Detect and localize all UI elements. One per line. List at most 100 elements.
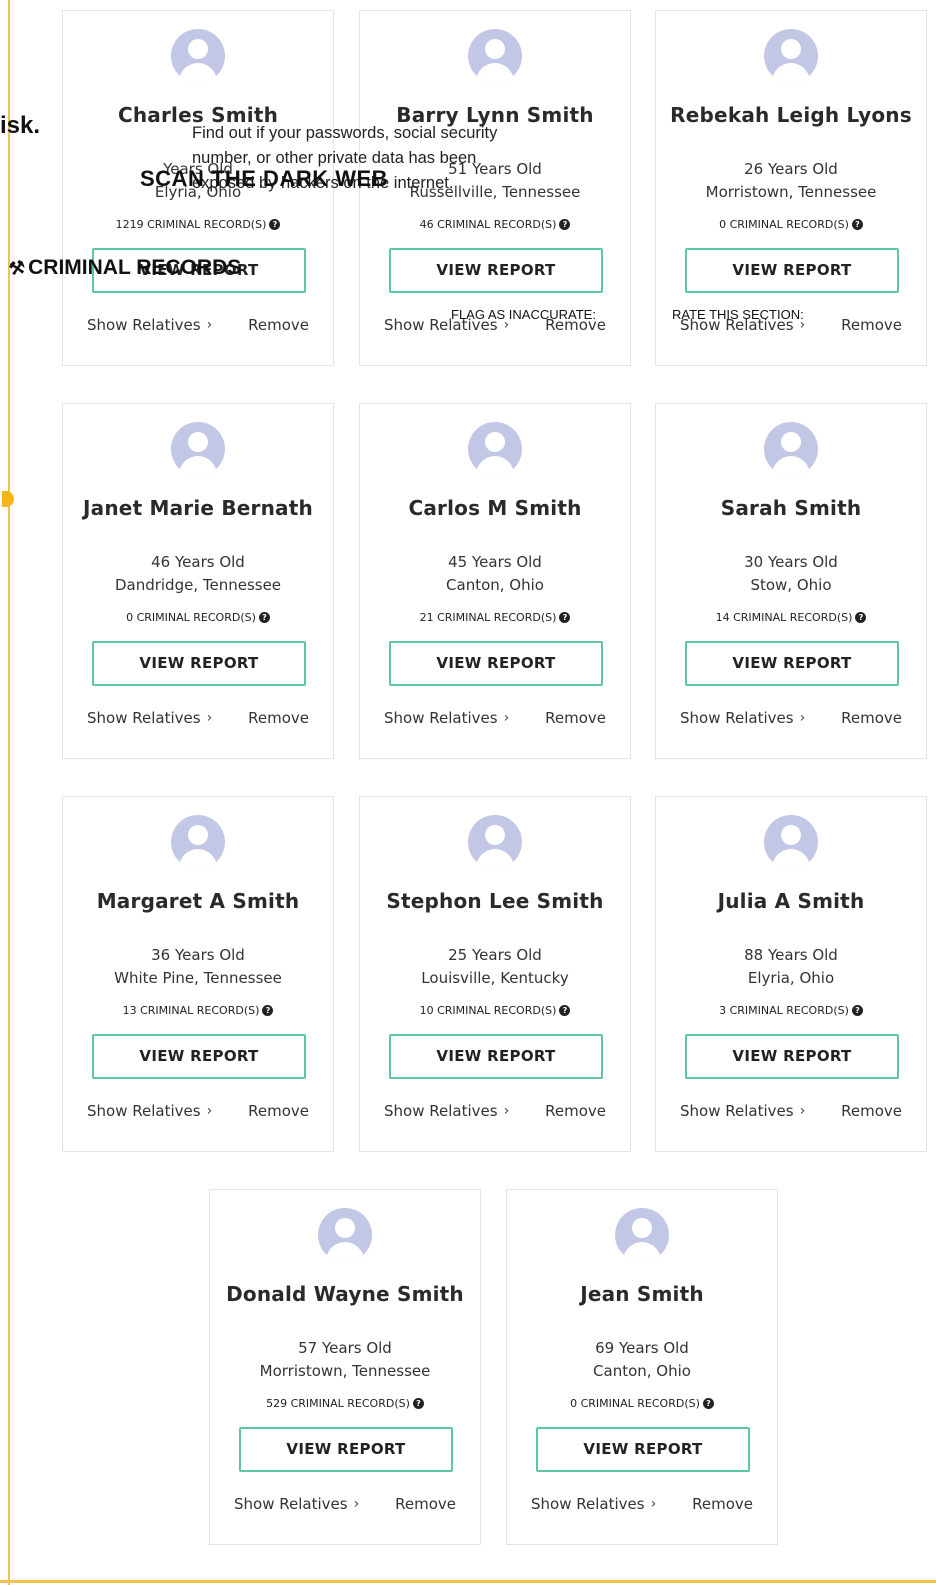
- remove-link[interactable]: Remove: [248, 316, 309, 334]
- person-card: Sarah Smith 30 Years Old Stow, Ohio 14 C…: [655, 403, 927, 759]
- show-relatives-link[interactable]: Show Relatives ›: [531, 1495, 656, 1513]
- person-card: Julia A Smith 88 Years Old Elyria, Ohio …: [655, 796, 927, 1152]
- view-report-button[interactable]: VIEW REPORT: [536, 1427, 750, 1472]
- records-text: 1219 CRIMINAL RECORD(S): [115, 218, 267, 231]
- chevron-right-icon: ›: [206, 317, 213, 333]
- person-card: Carlos M Smith 45 Years Old Canton, Ohio…: [359, 403, 631, 759]
- chevron-right-icon: ›: [206, 710, 213, 726]
- remove-link[interactable]: Remove: [692, 1495, 753, 1513]
- view-report-button[interactable]: VIEW REPORT: [685, 641, 899, 686]
- chevron-right-icon: ›: [503, 1103, 510, 1119]
- person-card: Stephon Lee Smith 25 Years Old Louisvill…: [359, 796, 631, 1152]
- avatar-icon: [171, 29, 225, 83]
- person-location: White Pine, Tennessee: [114, 969, 282, 987]
- avatar-icon: [764, 815, 818, 869]
- records-text: 0 CRIMINAL RECORD(S): [126, 611, 256, 624]
- person-age: 30 Years Old: [744, 553, 838, 571]
- records-text: 13 CRIMINAL RECORD(S): [122, 1004, 260, 1017]
- remove-link[interactable]: Remove: [841, 709, 902, 727]
- scan-dark-web-link[interactable]: SCAN THE DARK WEB: [140, 166, 388, 192]
- show-relatives-link[interactable]: Show Relatives ›: [87, 1102, 212, 1120]
- help-icon[interactable]: ?: [559, 1005, 571, 1016]
- rate-section-label[interactable]: RATE THIS SECTION:: [672, 307, 804, 322]
- person-location: Elyria, Ohio: [747, 969, 835, 987]
- criminal-records-count: 14 CRIMINAL RECORD(S)?: [656, 611, 926, 624]
- frame-marker: [2, 491, 14, 507]
- view-report-button[interactable]: VIEW REPORT: [92, 1034, 306, 1079]
- show-relatives-link[interactable]: Show Relatives ›: [87, 709, 212, 727]
- help-icon[interactable]: ?: [851, 1005, 863, 1016]
- show-relatives-link[interactable]: Show Relatives ›: [680, 709, 805, 727]
- records-text: 10 CRIMINAL RECORD(S): [419, 1004, 557, 1017]
- remove-link[interactable]: Remove: [395, 1495, 456, 1513]
- person-age: 26 Years Old: [744, 160, 838, 178]
- remove-link[interactable]: Remove: [841, 1102, 902, 1120]
- person-name: Stephon Lee Smith: [386, 889, 604, 913]
- remove-link[interactable]: Remove: [248, 709, 309, 727]
- person-age: 36 Years Old: [151, 946, 245, 964]
- criminal-records-count: 0 CRIMINAL RECORD(S)?: [63, 611, 333, 624]
- criminal-records-label: CRIMINAL RECORDS: [28, 256, 242, 279]
- show-relatives-label: Show Relatives: [680, 709, 794, 727]
- person-name: Margaret A Smith: [96, 889, 300, 913]
- help-icon[interactable]: ?: [412, 1398, 424, 1409]
- avatar-icon: [468, 815, 522, 869]
- criminal-records-count: 3 CRIMINAL RECORD(S)?: [656, 1004, 926, 1017]
- person-location: Canton, Ohio: [446, 576, 544, 594]
- view-report-button[interactable]: VIEW REPORT: [685, 1034, 899, 1079]
- person-age: 88 Years Old: [744, 946, 838, 964]
- chevron-right-icon: ›: [799, 710, 806, 726]
- person-age: 46 Years Old: [151, 553, 245, 571]
- view-report-button[interactable]: VIEW REPORT: [389, 1034, 603, 1079]
- criminal-records-count: 0 CRIMINAL RECORD(S)?: [507, 1397, 777, 1410]
- view-report-button[interactable]: VIEW REPORT: [389, 248, 603, 293]
- criminal-records-count: 46 CRIMINAL RECORD(S)?: [360, 218, 630, 231]
- help-icon[interactable]: ?: [851, 219, 863, 230]
- person-age: 45 Years Old: [448, 553, 542, 571]
- criminal-records-count: 0 CRIMINAL RECORD(S)?: [656, 218, 926, 231]
- chevron-right-icon: ›: [353, 1496, 360, 1512]
- help-icon[interactable]: ?: [855, 612, 867, 623]
- avatar-icon: [318, 1208, 372, 1262]
- person-location: Morristown, Tennessee: [259, 1362, 431, 1380]
- avatar-icon: [171, 422, 225, 476]
- show-relatives-link[interactable]: Show Relatives ›: [384, 1102, 509, 1120]
- view-report-button[interactable]: VIEW REPORT: [239, 1427, 453, 1472]
- remove-link[interactable]: Remove: [545, 709, 606, 727]
- view-report-button[interactable]: VIEW REPORT: [685, 248, 899, 293]
- records-text: 0 CRIMINAL RECORD(S): [719, 218, 849, 231]
- help-icon[interactable]: ?: [559, 219, 571, 230]
- person-name: Jean Smith: [580, 1282, 704, 1306]
- help-icon[interactable]: ?: [258, 612, 270, 623]
- show-relatives-link[interactable]: Show Relatives ›: [87, 316, 212, 334]
- help-icon[interactable]: ?: [559, 612, 571, 623]
- records-text: 14 CRIMINAL RECORD(S): [715, 611, 853, 624]
- help-icon[interactable]: ?: [269, 219, 281, 230]
- person-name: Donald Wayne Smith: [226, 1282, 464, 1306]
- show-relatives-link[interactable]: Show Relatives ›: [384, 709, 509, 727]
- show-relatives-link[interactable]: Show Relatives ›: [680, 1102, 805, 1120]
- help-icon[interactable]: ?: [702, 1398, 714, 1409]
- flag-inaccurate-label[interactable]: FLAG AS INACCURATE:: [451, 307, 596, 322]
- view-report-button[interactable]: VIEW REPORT: [92, 641, 306, 686]
- gavel-icon: ⚒: [7, 256, 27, 279]
- criminal-records-count: 10 CRIMINAL RECORD(S)?: [360, 1004, 630, 1017]
- person-name: Carlos M Smith: [408, 496, 582, 520]
- person-name: Julia A Smith: [717, 889, 865, 913]
- frame-left-border: [8, 0, 10, 1585]
- remove-link[interactable]: Remove: [841, 316, 902, 334]
- avatar-icon: [468, 422, 522, 476]
- person-location: Morristown, Tennessee: [705, 183, 877, 201]
- person-card: Jean Smith 69 Years Old Canton, Ohio 0 C…: [506, 1189, 778, 1545]
- view-report-button[interactable]: VIEW REPORT: [389, 641, 603, 686]
- records-text: 0 CRIMINAL RECORD(S): [570, 1397, 700, 1410]
- person-card: Donald Wayne Smith 57 Years Old Morristo…: [209, 1189, 481, 1545]
- remove-link[interactable]: Remove: [248, 1102, 309, 1120]
- criminal-records-count: 13 CRIMINAL RECORD(S)?: [63, 1004, 333, 1017]
- help-icon[interactable]: ?: [262, 1005, 274, 1016]
- show-relatives-label: Show Relatives: [384, 1102, 498, 1120]
- avatar-icon: [615, 1208, 669, 1262]
- remove-link[interactable]: Remove: [545, 1102, 606, 1120]
- person-name: Sarah Smith: [720, 496, 862, 520]
- show-relatives-link[interactable]: Show Relatives ›: [234, 1495, 359, 1513]
